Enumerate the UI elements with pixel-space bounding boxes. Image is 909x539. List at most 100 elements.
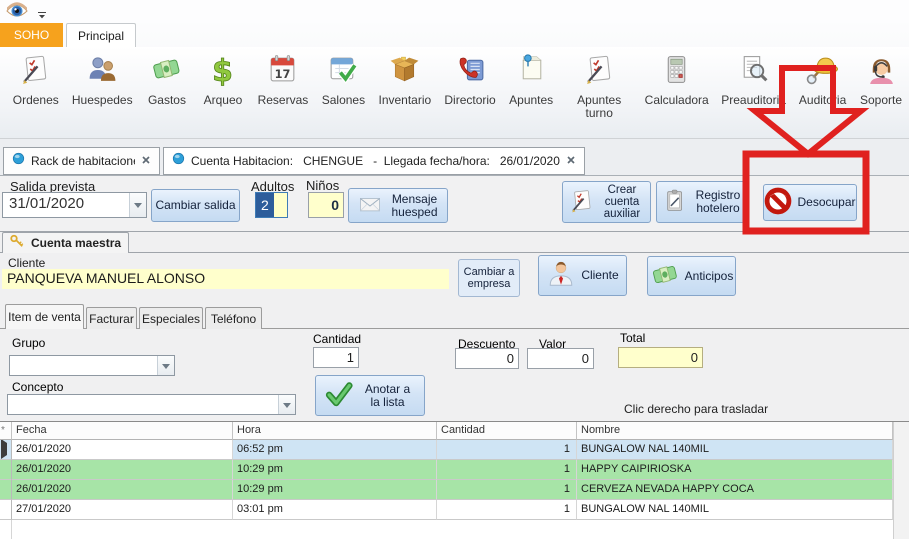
anotar-a-la-lista-button[interactable]: Anotar a la lista (315, 375, 425, 416)
descuento-input[interactable]: 0 (455, 348, 519, 369)
adultos-field[interactable]: 2 (255, 192, 288, 218)
cell-fecha[interactable]: 27/01/2020 (12, 500, 233, 520)
cell-cantidad[interactable]: 1 (437, 480, 577, 500)
concepto-combobox[interactable] (7, 394, 296, 415)
tab-label: Cuenta maestra (31, 236, 121, 250)
ribbon-tool-auditoria[interactable]: Auditoria (792, 50, 853, 109)
cell-hora[interactable]: 10:29 pm (233, 460, 437, 480)
cell-cantidad[interactable]: 1 (437, 440, 577, 460)
button-label: Mensaje huesped (389, 193, 441, 219)
ribbon-tool-inventario[interactable]: Inventario (372, 50, 438, 109)
ribbon-tool-calculadora[interactable]: Calculadora (638, 50, 715, 109)
mensaje-huesped-button[interactable]: Mensaje huesped (348, 188, 448, 223)
cell-fecha[interactable]: 26/01/2020 (12, 440, 233, 460)
green-check-icon (324, 379, 354, 412)
note-pen-icon (583, 53, 616, 91)
ribbon-tool-huespedes[interactable]: Huespedes (66, 50, 139, 109)
tab-item-de-venta[interactable]: Item de venta (5, 304, 84, 329)
row-selector-cell[interactable] (0, 480, 12, 500)
ribbon-tool-reservas[interactable]: Reservas (251, 50, 315, 109)
dropdown-button[interactable] (278, 395, 295, 414)
tab-especiales[interactable]: Especiales (139, 307, 203, 329)
cell-cantidad[interactable]: 1 (437, 500, 577, 520)
column-header-nombre[interactable]: Nombre (577, 422, 893, 440)
row-selector-cell[interactable] (0, 500, 12, 520)
cliente-button[interactable]: Cliente (538, 255, 627, 296)
doctab-cuenta-habitacion[interactable]: Cuenta Habitacion: CHENGUE - Llegada fec… (163, 147, 585, 175)
ribbon-tool-salones[interactable]: Salones (315, 50, 372, 109)
anticipos-button[interactable]: Anticipos (647, 256, 736, 296)
cantidad-input[interactable]: 1 (313, 347, 359, 368)
grid-row[interactable]: 26/01/2020 10:29 pm 1 HAPPY CAIPIRIOSKA (0, 460, 893, 480)
tab-cuenta-maestra[interactable]: Cuenta maestra (2, 232, 129, 253)
ribbon-tool-label: Directorio (444, 94, 495, 107)
chevron-down-icon (162, 364, 170, 373)
button-label: Anticipos (685, 270, 734, 283)
cantidad-label: Cantidad (313, 332, 361, 346)
button-label: Desocupar (797, 196, 855, 209)
charges-grid: * Fecha Hora Cantidad Nombre 26/01/2020 … (0, 421, 909, 539)
ribbon-tool-label: Auditoria (799, 94, 846, 107)
column-header-cantidad[interactable]: Cantidad (437, 422, 577, 440)
registro-hotelero-button[interactable]: Registro hotelero (656, 181, 749, 223)
ribbon-tool-directorio[interactable]: Directorio (438, 50, 503, 109)
total-field[interactable]: 0 (618, 347, 703, 368)
grid-selector-column (0, 520, 12, 539)
cell-nombre[interactable]: BUNGALOW NAL 140MIL (577, 500, 893, 520)
cell-fecha[interactable]: 26/01/2020 (12, 460, 233, 480)
doctab-rack-habitaciones[interactable]: Rack de habitaciones (3, 147, 160, 175)
cell-nombre[interactable]: CERVEZA NEVADA HAPPY COCA (577, 480, 893, 500)
dropdown-button[interactable] (157, 356, 174, 375)
tabstrip-divider (0, 252, 909, 253)
button-label: Crear cuenta auxiliar (600, 184, 644, 220)
tab-facturar[interactable]: Facturar (86, 307, 137, 329)
grid-selector-header[interactable]: * (0, 422, 12, 440)
dropdown-button[interactable] (129, 193, 146, 217)
vertical-scrollbar[interactable] (893, 422, 909, 539)
tab-principal[interactable]: Principal (66, 23, 136, 47)
blue-ball-icon (12, 152, 25, 170)
ninos-field[interactable]: 0 (308, 192, 344, 218)
desocupar-button[interactable]: Desocupar (763, 184, 857, 221)
close-icon[interactable] (566, 152, 576, 170)
ribbon-tool-apuntes[interactable]: Apuntes (502, 50, 560, 109)
calendar-icon (266, 53, 299, 91)
grid-row[interactable]: 26/01/2020 06:52 pm 1 BUNGALOW NAL 140MI… (0, 440, 893, 460)
ribbon-tool-soporte[interactable]: Soporte (853, 50, 909, 109)
cell-hora[interactable]: 06:52 pm (233, 440, 437, 460)
ribbon-tool-ordenes[interactable]: Ordenes (6, 50, 66, 109)
grupo-combobox[interactable] (9, 355, 175, 376)
row-selector-cell[interactable] (0, 440, 12, 460)
grid-row[interactable]: 27/01/2020 03:01 pm 1 BUNGALOW NAL 140MI… (0, 500, 893, 520)
tab-telefono[interactable]: Teléfono (205, 307, 262, 329)
column-header-fecha[interactable]: Fecha (12, 422, 233, 440)
note-pin-icon (515, 53, 548, 91)
ribbon-tool-label: Arqueo (204, 94, 243, 107)
cell-hora[interactable]: 03:01 pm (233, 500, 437, 520)
valor-input[interactable]: 0 (527, 348, 594, 369)
ribbon-tool-arqueo[interactable]: Arqueo (195, 50, 251, 109)
cambiar-a-empresa-button[interactable]: Cambiar a empresa (458, 259, 520, 297)
salida-prevista-combobox[interactable]: 31/01/2020 (2, 192, 147, 218)
ninos-label: Niños (306, 178, 339, 193)
tab-soho[interactable]: SOHO (0, 23, 63, 47)
cell-fecha[interactable]: 26/01/2020 (12, 480, 233, 500)
column-header-hora[interactable]: Hora (233, 422, 437, 440)
ribbon-tool-label: Preauditoria (721, 94, 786, 107)
grid-row[interactable]: 26/01/2020 10:29 pm 1 CERVEZA NEVADA HAP… (0, 480, 893, 500)
ribbon-tool-preauditoria[interactable]: Preauditoria (715, 50, 792, 109)
cell-cantidad[interactable]: 1 (437, 460, 577, 480)
button-label: Anotar a la lista (359, 383, 417, 409)
cambiar-salida-button[interactable]: Cambiar salida (151, 189, 240, 222)
cell-nombre[interactable]: HAPPY CAIPIRIOSKA (577, 460, 893, 480)
clipboard-icon (662, 188, 688, 217)
cell-hora[interactable]: 10:29 pm (233, 480, 437, 500)
doctab-label: Rack de habitaciones (31, 154, 135, 168)
close-icon[interactable] (141, 152, 151, 170)
cell-nombre[interactable]: BUNGALOW NAL 140MIL (577, 440, 893, 460)
crear-cuenta-auxiliar-button[interactable]: Crear cuenta auxiliar (562, 181, 651, 223)
ribbon-tool-apuntes-turno[interactable]: Apuntes turno (560, 50, 638, 122)
cliente-name-field[interactable]: PANQUEVA MANUEL ALONSO (2, 269, 449, 289)
ribbon-tool-gastos[interactable]: Gastos (139, 50, 195, 109)
row-selector-cell[interactable] (0, 460, 12, 480)
